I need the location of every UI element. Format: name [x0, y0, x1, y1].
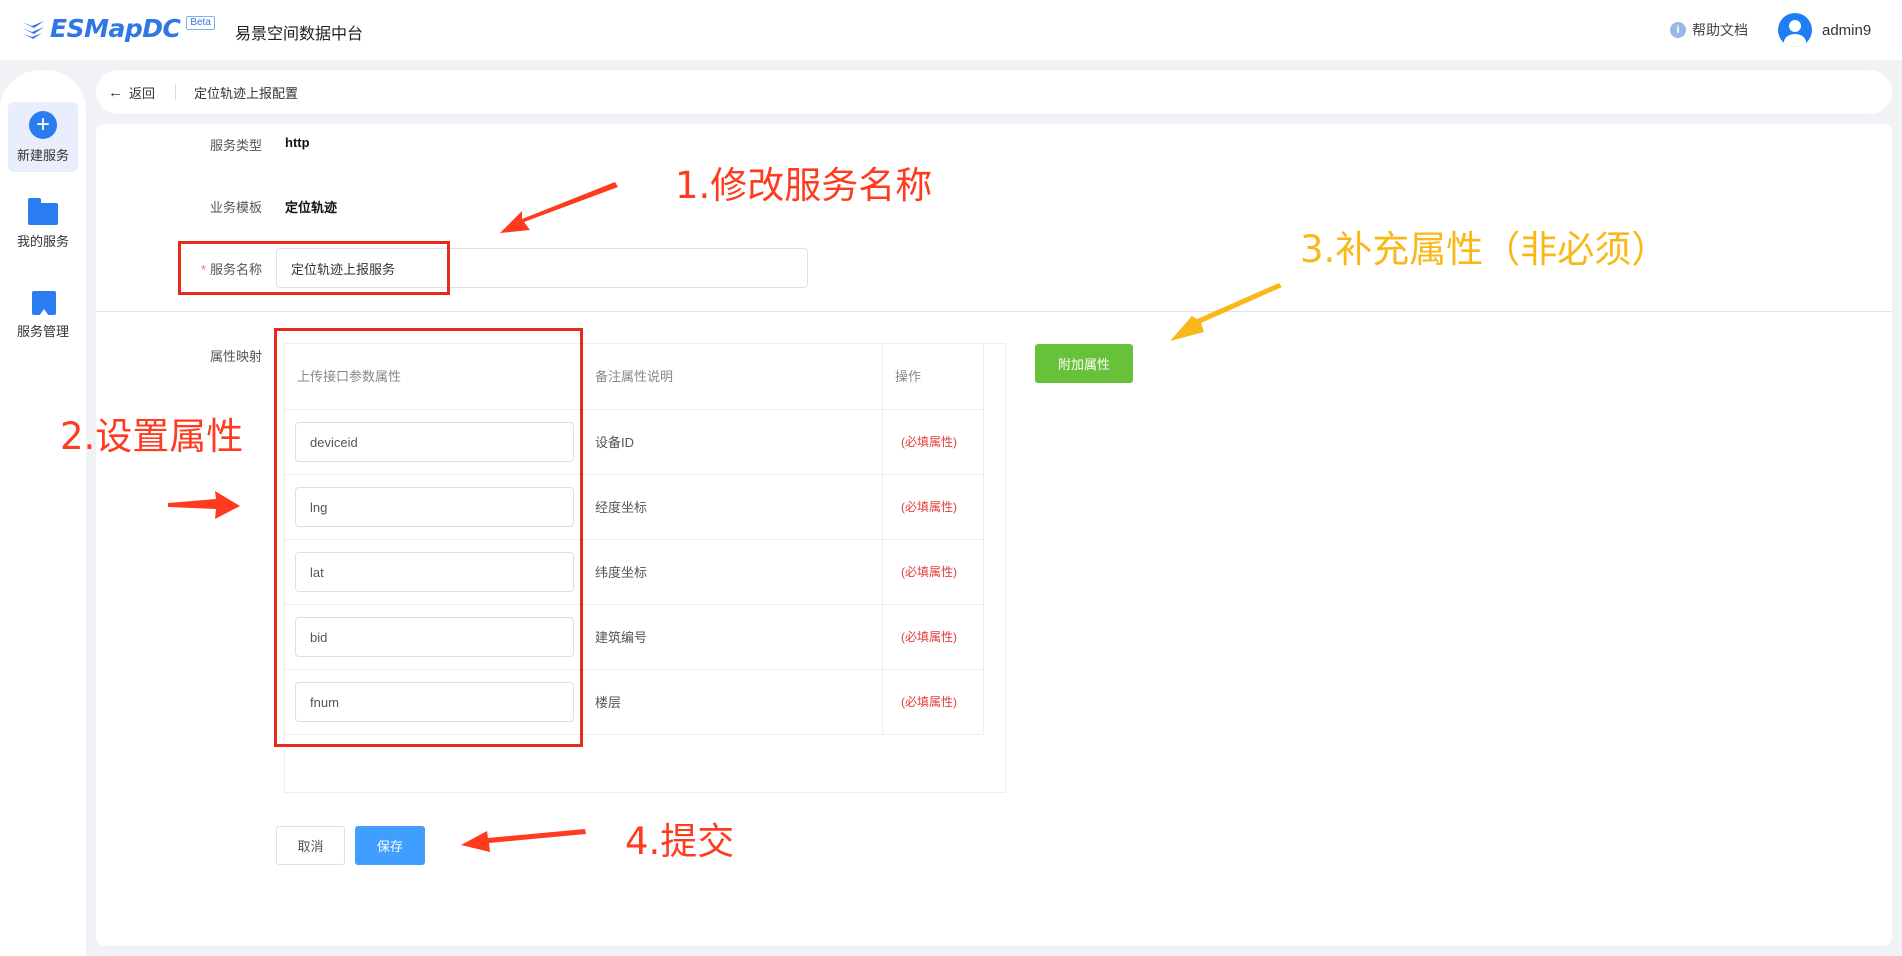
desc-cell: 楼层: [583, 670, 883, 735]
user-name: admin9: [1822, 21, 1872, 39]
breadcrumb: ← 返回 定位轨迹上报配置: [96, 70, 1892, 114]
folder-icon: [28, 197, 58, 227]
logo-icon: [20, 18, 46, 40]
desc-cell: 建筑编号: [583, 605, 883, 670]
app-name: 易景空间数据中台: [235, 26, 364, 43]
save-button[interactable]: 保存: [355, 826, 425, 865]
column-header-desc: 备注属性说明: [583, 344, 883, 410]
breadcrumb-divider: [175, 84, 177, 100]
required-tag: (必填属性): [883, 475, 984, 540]
back-label: 返回: [129, 85, 156, 101]
bookmark-icon: [28, 287, 58, 317]
sidebar-item-label: 新建服务: [16, 148, 69, 163]
service-type-value: http: [285, 135, 310, 150]
arrow-left-icon: ←: [108, 83, 123, 101]
required-tag: (必填属性): [883, 670, 984, 735]
help-docs-link[interactable]: i 帮助文档: [1670, 20, 1748, 40]
top-header: ESMapDC Beta 易景空间数据中台 i 帮助文档 admin9: [0, 0, 1902, 60]
sidebar-item-label: 我的服务: [16, 234, 69, 249]
help-docs-label: 帮助文档: [1692, 22, 1748, 38]
app-logo[interactable]: ESMapDC Beta: [20, 14, 215, 43]
desc-cell: 设备ID: [583, 410, 883, 475]
mapping-label: 属性映射: [209, 349, 262, 364]
sidebar-item-my-services[interactable]: 我的服务: [8, 188, 78, 258]
avatar-icon: [1778, 13, 1812, 47]
logo-text: ESMapDC: [50, 14, 181, 43]
template-value: 定位轨迹: [285, 200, 338, 215]
sidebar-item-new-service[interactable]: + 新建服务: [8, 102, 78, 172]
required-tag: (必填属性): [883, 410, 984, 475]
template-label: 业务模板: [209, 200, 262, 215]
info-icon: i: [1670, 22, 1686, 38]
beta-badge: Beta: [186, 15, 215, 30]
back-button[interactable]: ← 返回: [108, 83, 155, 102]
add-attribute-button[interactable]: 附加属性: [1035, 344, 1133, 383]
sidebar: + 新建服务 我的服务 服务管理: [0, 70, 86, 956]
required-tag: (必填属性): [883, 605, 984, 670]
annotation-step3: 3.补充属性（非必须）: [1300, 228, 1669, 271]
highlight-box-service-name: [178, 241, 450, 295]
required-tag: (必填属性): [883, 540, 984, 605]
column-header-op: 操作: [883, 344, 984, 410]
sidebar-item-service-management[interactable]: 服务管理: [8, 278, 78, 348]
desc-cell: 经度坐标: [583, 475, 883, 540]
section-divider: [96, 311, 1892, 312]
annotation-step2: 2.设置属性: [60, 415, 244, 458]
service-type-label: 服务类型: [209, 138, 262, 153]
sidebar-item-label: 服务管理: [16, 324, 69, 339]
annotation-step4: 4.提交: [625, 820, 735, 863]
desc-cell: 纬度坐标: [583, 540, 883, 605]
highlight-box-attributes: [274, 328, 583, 747]
page-title: 定位轨迹上报配置: [194, 85, 299, 101]
user-menu[interactable]: admin9: [1778, 13, 1871, 47]
plus-circle-icon: +: [28, 111, 58, 141]
annotation-step1: 1.修改服务名称: [675, 164, 933, 207]
cancel-button[interactable]: 取消: [276, 826, 345, 865]
